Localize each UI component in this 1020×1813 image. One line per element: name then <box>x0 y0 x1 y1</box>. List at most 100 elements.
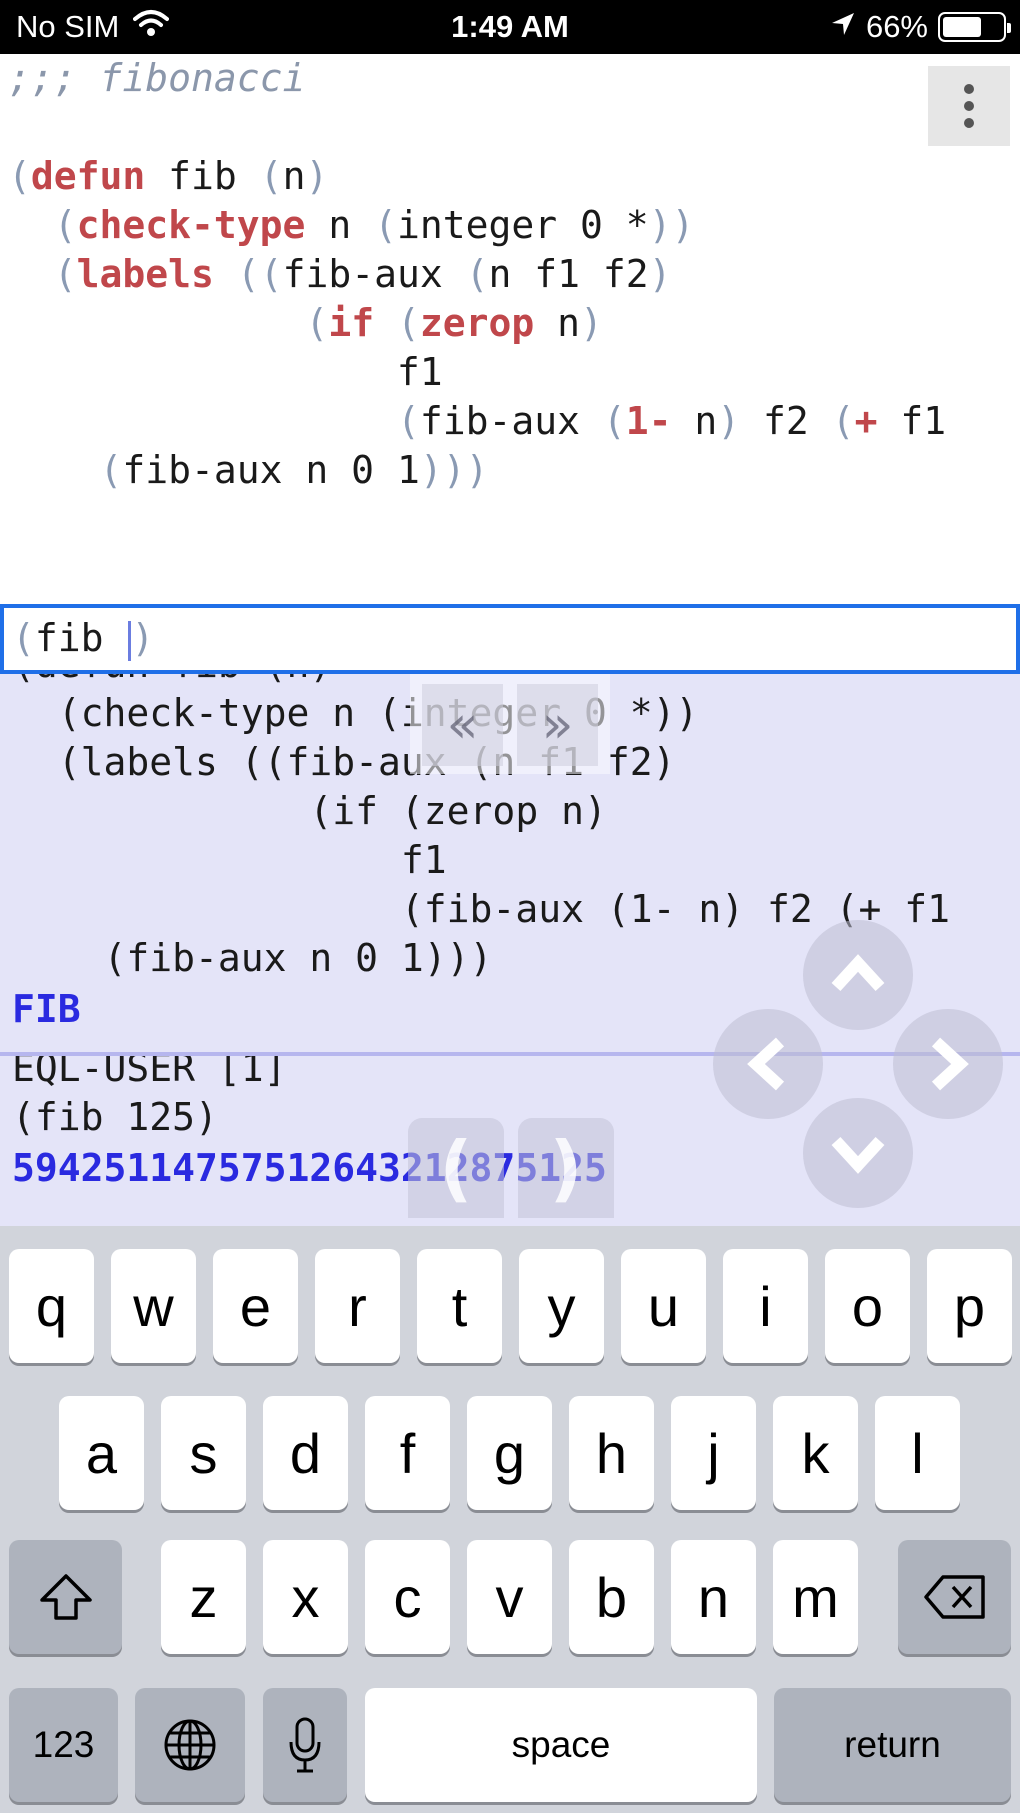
command-input-text[interactable]: (fib ) <box>12 614 154 663</box>
echo-line: (fib-aux (1- n) f2 (+ f1 <box>12 887 950 931</box>
code-token: ) <box>305 154 329 198</box>
key-b[interactable]: b <box>569 1540 654 1654</box>
editor-line: (defun fib (n) <box>8 152 946 201</box>
cursor-left-button[interactable] <box>713 1009 823 1119</box>
key-v[interactable]: v <box>467 1540 552 1654</box>
key-a[interactable]: a <box>59 1396 144 1510</box>
key-c[interactable]: c <box>365 1540 450 1654</box>
code-editor[interactable]: ;;; fibonacci (defun fib (n) (check-type… <box>0 54 1020 604</box>
code-token: ) <box>580 301 603 345</box>
editor-line: (fib-aux (1- n) f2 (+ f1 <box>8 397 946 446</box>
key-w[interactable]: w <box>111 1249 196 1363</box>
editor-code[interactable]: ;;; fibonacci (defun fib (n) (check-type… <box>8 54 946 495</box>
key-z[interactable]: z <box>161 1540 246 1654</box>
echo-line: f1 <box>12 838 447 882</box>
code-token: f1 <box>8 350 443 394</box>
cursor-down-button[interactable] <box>803 1098 913 1208</box>
status-bar: No SIM 1:49 AM 66% <box>0 0 1020 54</box>
shift-icon <box>39 1574 92 1620</box>
key-g[interactable]: g <box>467 1396 552 1510</box>
microphone-icon <box>289 1717 321 1773</box>
globe-key[interactable] <box>135 1688 245 1802</box>
key-u[interactable]: u <box>621 1249 706 1363</box>
key-o[interactable]: o <box>825 1249 910 1363</box>
code-token: ( <box>8 154 31 198</box>
key-x[interactable]: x <box>263 1540 348 1654</box>
editor-line: (labels ((fib-aux (n f1 f2) <box>8 250 946 299</box>
menu-button[interactable] <box>928 66 1010 146</box>
key-i[interactable]: i <box>723 1249 808 1363</box>
onscreen-keyboard: 123 space return qwertyuiop asdfghjkl zxcv… <box>0 1226 1020 1813</box>
close-paren-button[interactable]: ) <box>518 1118 614 1218</box>
chevron-right-icon <box>931 1037 969 1091</box>
key-j[interactable]: j <box>671 1396 756 1510</box>
chevron-left-icon <box>747 1037 785 1091</box>
code-token: labels <box>76 252 214 296</box>
code-token: f2 <box>740 399 832 443</box>
key-r[interactable]: r <box>315 1249 400 1363</box>
code-token: ;;; fibonacci <box>8 56 306 100</box>
code-token: ( <box>396 301 420 345</box>
code-token: fib <box>145 154 260 198</box>
paren-buttons: ( ) <box>408 1118 614 1218</box>
code-token: n <box>282 154 306 198</box>
return-key[interactable]: return <box>774 1688 1011 1802</box>
command-input[interactable]: (fib ) <box>0 604 1020 674</box>
code-token: fib-aux <box>282 252 466 296</box>
editor-line: (check-type n (integer 0 *)) <box>8 201 946 250</box>
code-token: ))) <box>419 448 489 492</box>
cursor-right-button[interactable] <box>893 1009 1003 1119</box>
history-forward-button[interactable]: » <box>517 684 598 766</box>
history-back-button[interactable]: « <box>422 684 503 766</box>
code-token: ( <box>53 203 77 247</box>
output-separator <box>0 1052 1020 1056</box>
key-h[interactable]: h <box>569 1396 654 1510</box>
space-key[interactable]: space <box>365 1688 757 1802</box>
key-t[interactable]: t <box>417 1249 502 1363</box>
history-buttons: « » <box>410 674 610 774</box>
key-e[interactable]: e <box>213 1249 298 1363</box>
globe-icon <box>164 1719 216 1771</box>
battery-fill <box>943 17 982 37</box>
code-token: ( <box>396 399 420 443</box>
key-f[interactable]: f <box>365 1396 450 1510</box>
menu-dot-icon <box>964 118 974 128</box>
microphone-key[interactable] <box>263 1688 347 1802</box>
shift-key[interactable] <box>9 1540 122 1654</box>
key-m[interactable]: m <box>773 1540 858 1654</box>
battery-percent: 66% <box>865 9 928 44</box>
code-token: ) <box>648 252 672 296</box>
code-token: (( <box>236 252 283 296</box>
input-text: fib <box>34 616 127 660</box>
backspace-key[interactable] <box>898 1540 1011 1654</box>
code-token: 1- <box>625 399 672 443</box>
numbers-key[interactable]: 123 <box>9 1688 118 1802</box>
key-n[interactable]: n <box>671 1540 756 1654</box>
key-l[interactable]: l <box>875 1396 960 1510</box>
code-token: n <box>305 203 375 247</box>
key-s[interactable]: s <box>161 1396 246 1510</box>
code-token: n <box>671 399 718 443</box>
cursor-up-button[interactable] <box>803 920 913 1030</box>
open-paren-button[interactable]: ( <box>408 1118 504 1218</box>
code-token: ( <box>53 252 77 296</box>
code-token: check-type <box>76 203 306 247</box>
key-y[interactable]: y <box>519 1249 604 1363</box>
key-q[interactable]: q <box>9 1249 94 1363</box>
echo-line: (if (zerop n) <box>12 789 607 833</box>
code-token: defun <box>30 154 146 198</box>
code-token: n f1 f2 <box>488 252 649 296</box>
key-p[interactable]: p <box>927 1249 1012 1363</box>
key-k[interactable]: k <box>773 1396 858 1510</box>
code-token: if <box>328 301 375 345</box>
code-token: fib-aux <box>419 399 603 443</box>
key-d[interactable]: d <box>263 1396 348 1510</box>
menu-dot-icon <box>964 101 974 111</box>
code-token: zerop <box>419 301 535 345</box>
